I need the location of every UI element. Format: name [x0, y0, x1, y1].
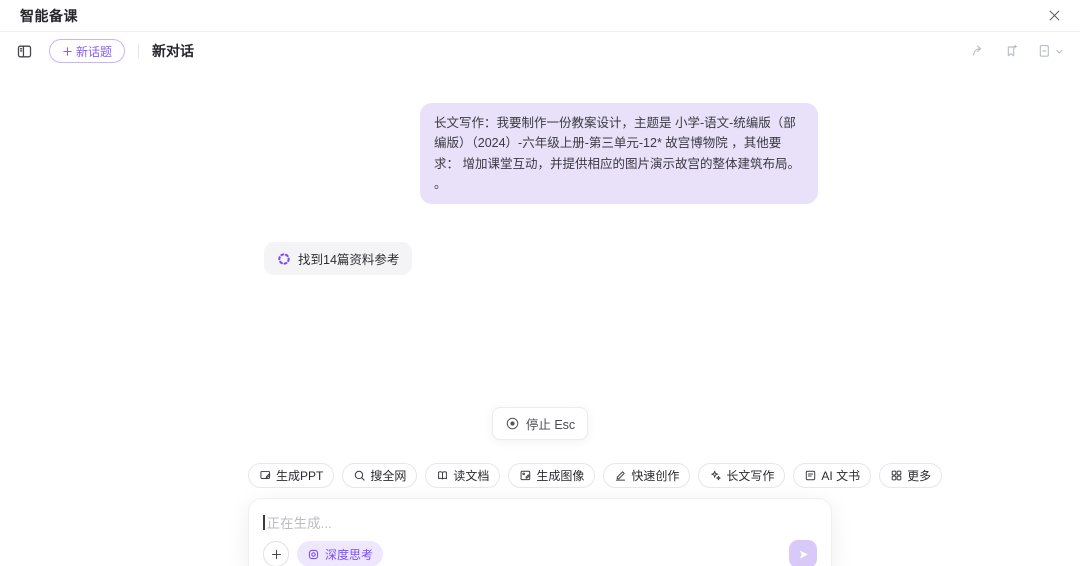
conversation-toolbar: 新话题 新对话	[0, 32, 1080, 70]
close-icon	[1047, 8, 1062, 23]
grid-icon	[890, 469, 903, 482]
chevron-down-icon	[1055, 47, 1064, 56]
ai-doc-icon	[804, 469, 817, 482]
action-quick-create[interactable]: 快速创作	[603, 463, 691, 488]
loading-spinner-icon	[277, 252, 291, 266]
action-read-doc[interactable]: 读文档	[425, 463, 501, 488]
deep-think-icon	[307, 548, 320, 561]
stop-record-icon	[505, 416, 520, 431]
action-generate-ppt[interactable]: 生成PPT	[248, 463, 335, 488]
input-placeholder: 正在生成...	[266, 516, 332, 531]
action-generate-image[interactable]: 生成图像	[508, 463, 596, 488]
new-topic-label: 新话题	[76, 44, 113, 59]
ppt-icon	[259, 469, 272, 482]
chat-area: 长文写作：我要制作一份教案设计，主题是 小学-语文-统编版（部编版）（2024）…	[248, 103, 943, 566]
action-ai-document[interactable]: AI 文书	[793, 463, 872, 488]
send-button[interactable]	[789, 540, 817, 566]
stop-label: 停止 Esc	[525, 418, 576, 432]
composer: 正在生成... 深度思考	[248, 498, 832, 566]
bookmark-button[interactable]	[1002, 41, 1022, 61]
close-button[interactable]	[1045, 6, 1064, 25]
sidebar-toggle-button[interactable]	[14, 41, 35, 62]
action-more[interactable]: 更多	[879, 463, 943, 488]
conversation-title: 新对话	[152, 43, 195, 59]
sidebar-panel-icon	[16, 43, 33, 60]
deep-think-toggle[interactable]: 深度思考	[297, 541, 384, 566]
plus-icon	[62, 46, 73, 57]
quick-actions-bar: 生成PPT 搜全网 读文档 生成图像 快速创作 长文写作 AI 文书 更多	[248, 463, 943, 488]
read-doc-icon	[436, 469, 449, 482]
share-button[interactable]	[969, 41, 989, 61]
user-message-bubble: 长文写作：我要制作一份教案设计，主题是 小学-语文-统编版（部编版）（2024）…	[420, 103, 818, 204]
sparkle-icon	[709, 469, 722, 482]
action-web-search[interactable]: 搜全网	[342, 463, 418, 488]
app-header: 智能备课	[0, 0, 1080, 32]
action-long-writing[interactable]: 长文写作	[698, 463, 786, 488]
deep-think-label: 深度思考	[325, 547, 374, 562]
attach-button[interactable]	[263, 541, 289, 566]
bookmark-plus-icon	[1004, 43, 1020, 59]
web-search-icon	[353, 469, 366, 482]
page-title: 智能备课	[20, 7, 78, 24]
reference-status-label: 找到14篇资料参考	[298, 253, 400, 267]
divider	[138, 44, 140, 58]
image-icon	[519, 469, 532, 482]
plus-icon	[270, 548, 283, 561]
send-icon	[796, 547, 811, 562]
pen-icon	[614, 469, 627, 482]
share-icon	[971, 43, 987, 59]
stop-generation-button[interactable]: 停止 Esc	[491, 407, 589, 440]
file-icon	[1037, 43, 1053, 59]
new-topic-button[interactable]: 新话题	[49, 39, 126, 63]
export-doc-button[interactable]	[1035, 41, 1066, 61]
text-caret	[263, 514, 265, 530]
reference-status-chip[interactable]: 找到14篇资料参考	[264, 242, 413, 275]
message-input[interactable]: 正在生成...	[263, 512, 817, 532]
